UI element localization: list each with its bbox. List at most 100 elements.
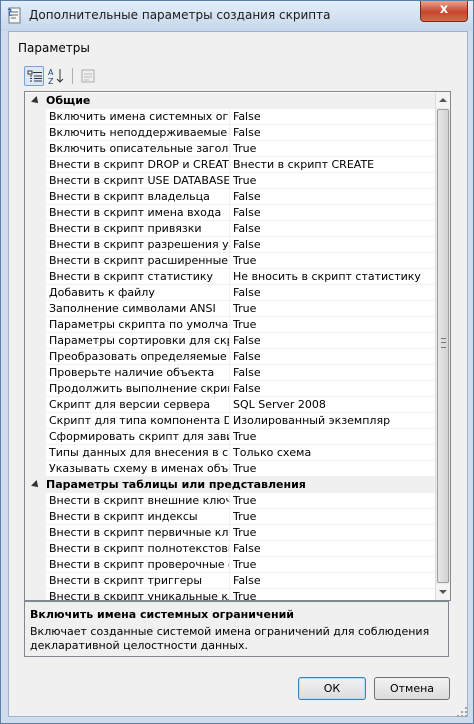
property-value[interactable]: False [230, 573, 438, 589]
property-row[interactable]: Внести в скрипт разрешения уровняFalse [25, 237, 438, 253]
property-value[interactable]: True [230, 525, 438, 541]
property-value[interactable]: True [230, 141, 438, 157]
property-row[interactable]: Внести в скрипт проверочные ограTrue [25, 557, 438, 573]
property-value[interactable]: Не вносить в скрипт статистику [230, 269, 438, 285]
property-value[interactable]: True [230, 253, 438, 269]
collapse-icon[interactable] [31, 480, 41, 490]
property-name[interactable]: Включить описательные заголовки [46, 141, 230, 157]
property-name[interactable]: Внести в скрипт полнотекстовые и [46, 541, 230, 557]
property-row[interactable]: Параметры сортировки для скриптFalse [25, 333, 438, 349]
property-value[interactable]: False [230, 349, 438, 365]
property-name[interactable]: Проверьте наличие объекта [46, 365, 230, 381]
property-row[interactable]: Включить неподдерживаемые инстрFalse [25, 125, 438, 141]
property-value[interactable]: True [230, 301, 438, 317]
property-row[interactable]: Параметры скрипта по умолчаниюTrue [25, 317, 438, 333]
property-name[interactable]: Внести в скрипт расширенные свой [46, 253, 230, 269]
property-row[interactable]: Указывать схему в именах объектсTrue [25, 461, 438, 477]
property-grid[interactable]: Общие Включить имена системных ограниFal… [24, 91, 451, 601]
property-value[interactable]: True [230, 317, 438, 333]
property-row[interactable]: Продолжить выполнение скрипта пFalse [25, 381, 438, 397]
property-value[interactable]: False [230, 205, 438, 221]
property-name[interactable]: Внести в скрипт привязки [46, 221, 230, 237]
property-value[interactable]: False [230, 333, 438, 349]
property-row[interactable]: Внести в скрипт расширенные свойTrue [25, 253, 438, 269]
property-value[interactable]: True [230, 173, 438, 189]
property-value[interactable]: Внести в скрипт CREATE [230, 157, 438, 173]
property-name[interactable]: Включить неподдерживаемые инстр [46, 125, 230, 141]
property-row[interactable]: Внести в скрипт привязки False [25, 221, 438, 237]
property-name[interactable]: Заполнение символами ANSI [46, 301, 230, 317]
property-value[interactable]: True [230, 493, 438, 509]
property-row[interactable]: Внести в скрипт индексы True [25, 509, 438, 525]
property-row[interactable]: Внести в скрипт триггеры False [25, 573, 438, 589]
property-row[interactable]: Включить имена системных ограниFalse [25, 109, 438, 125]
property-name[interactable]: Сформировать скрипт для зависим [46, 429, 230, 445]
property-row[interactable]: Внести в скрипт USE DATABASE True [25, 173, 438, 189]
scroll-down-icon[interactable] [436, 584, 450, 600]
property-row[interactable]: Внести в скрипт владельца False [25, 189, 438, 205]
scroll-up-icon[interactable] [436, 92, 450, 108]
property-row[interactable]: Включить описательные заголовкиTrue [25, 141, 438, 157]
property-value[interactable]: True [230, 557, 438, 573]
property-row[interactable]: Внести в скрипт имена входа False [25, 205, 438, 221]
scroll-thumb[interactable] [437, 109, 449, 583]
property-name[interactable]: Внести в скрипт первичные ключи [46, 525, 230, 541]
property-name[interactable]: Добавить к файлу [46, 285, 230, 301]
property-row[interactable]: Внести в скрипт DROP и CREATE Внести в ск… [25, 157, 438, 173]
property-name[interactable]: Продолжить выполнение скрипта п [46, 381, 230, 397]
category-general[interactable]: Общие [25, 93, 435, 109]
property-value[interactable]: True [230, 509, 438, 525]
property-value[interactable]: SQL Server 2008 [230, 397, 438, 413]
property-name[interactable]: Внести в скрипт DROP и CREATE [46, 157, 230, 173]
property-name[interactable]: Включить имена системных ограни [46, 109, 230, 125]
property-name[interactable]: Скрипт для версии сервера [46, 397, 230, 413]
vertical-scrollbar[interactable] [435, 92, 450, 600]
property-name[interactable]: Указывать схему в именах объектс [46, 461, 230, 477]
property-name[interactable]: Внести в скрипт статистику [46, 269, 230, 285]
property-name[interactable]: Внести в скрипт имена входа [46, 205, 230, 221]
category-table-view[interactable]: Параметры таблицы или представления [25, 477, 435, 493]
property-value[interactable]: True [230, 589, 438, 600]
property-name[interactable]: Внести в скрипт внешние ключи [46, 493, 230, 509]
property-row[interactable]: Сформировать скрипт для зависимTrue [25, 429, 438, 445]
title-bar[interactable]: Дополнительные параметры создания скрипт… [1, 1, 473, 31]
property-row[interactable]: Добавить к файлу False [25, 285, 438, 301]
property-name[interactable]: Внести в скрипт триггеры [46, 573, 230, 589]
property-pages-button[interactable] [78, 66, 98, 86]
property-row[interactable]: Внести в скрипт статистику Не вносить в с… [25, 269, 438, 285]
property-value[interactable]: False [230, 237, 438, 253]
alphabetical-view-button[interactable]: A Z [46, 66, 66, 86]
property-name[interactable]: Параметры скрипта по умолчанию [46, 317, 230, 333]
categorized-view-button[interactable] [24, 66, 44, 86]
property-name[interactable]: Внести в скрипт разрешения уровня [46, 237, 230, 253]
property-value[interactable]: False [230, 365, 438, 381]
property-row[interactable]: Внести в скрипт внешние ключи True [25, 493, 438, 509]
property-value[interactable]: False [230, 109, 438, 125]
property-name[interactable]: Внести в скрипт индексы [46, 509, 230, 525]
property-name[interactable]: Преобразовать определяемые поль [46, 349, 230, 365]
property-value[interactable]: False [230, 381, 438, 397]
property-value[interactable]: False [230, 541, 438, 557]
property-value[interactable]: Только схема [230, 445, 438, 461]
property-row[interactable]: Преобразовать определяемые польFalse [25, 349, 438, 365]
ok-button[interactable]: ОК [298, 677, 366, 700]
property-row[interactable]: Внести в скрипт полнотекстовые иFalse [25, 541, 438, 557]
property-value[interactable]: False [230, 189, 438, 205]
property-row[interactable]: Заполнение символами ANSI True [25, 301, 438, 317]
resize-grip-icon[interactable] [456, 706, 468, 718]
property-value[interactable]: False [230, 221, 438, 237]
property-name[interactable]: Параметры сортировки для скрипт [46, 333, 230, 349]
close-button[interactable]: x [420, 1, 468, 22]
property-row[interactable]: Проверьте наличие объекта False [25, 365, 438, 381]
cancel-button[interactable]: Отмена [374, 677, 450, 700]
property-row[interactable]: Типы данных для внесения в скриптТолько … [25, 445, 438, 461]
property-name[interactable]: Типы данных для внесения в скрипт [46, 445, 230, 461]
property-name[interactable]: Внести в скрипт владельца [46, 189, 230, 205]
property-name[interactable]: Внести в скрипт проверочные огра [46, 557, 230, 573]
property-row[interactable]: Внести в скрипт уникальные ключиTrue [25, 589, 438, 600]
property-name[interactable]: Скрипт для типа компонента Datab [46, 413, 230, 429]
property-name[interactable]: Внести в скрипт уникальные ключи [46, 589, 230, 600]
property-row[interactable]: Внести в скрипт первичные ключиTrue [25, 525, 438, 541]
property-value[interactable]: Изолированный экземпляр [230, 413, 438, 429]
property-value[interactable]: True [230, 461, 438, 477]
